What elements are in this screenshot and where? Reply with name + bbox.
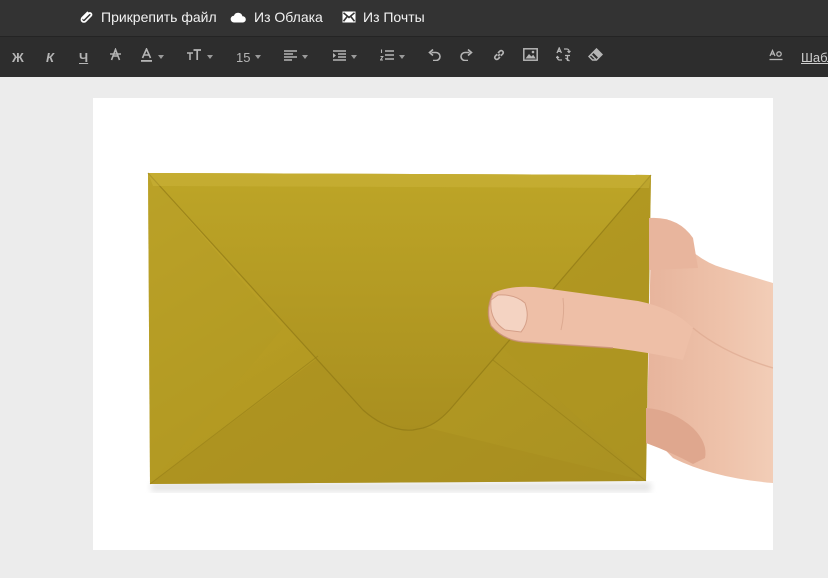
text-color-dropdown[interactable]	[140, 37, 164, 77]
signature-icon	[769, 48, 783, 66]
envelope-image	[93, 98, 773, 550]
strikethrough-button[interactable]	[109, 37, 122, 77]
align-dropdown[interactable]	[284, 37, 308, 77]
bold-label: Ж	[12, 49, 24, 65]
numbered-list-icon	[379, 48, 394, 66]
from-mail-label: Из Почты	[363, 8, 425, 25]
redo-icon	[460, 48, 473, 66]
from-cloud-button[interactable]: Из Облака	[230, 0, 323, 33]
undo-button[interactable]	[428, 37, 441, 77]
align-left-icon	[284, 48, 297, 66]
chevron-down-icon	[158, 55, 164, 59]
font-size-value: 15	[236, 49, 251, 65]
eraser-icon	[587, 47, 604, 66]
translate-button[interactable]	[555, 37, 571, 77]
attach-file-label: Прикрепить файл	[101, 8, 217, 25]
paperclip-icon	[78, 9, 94, 25]
chevron-down-icon	[351, 55, 357, 59]
italic-button[interactable]: К	[46, 37, 54, 77]
formatting-toolbar: Ж К Ч 15 Шаб	[0, 37, 828, 77]
mail-icon	[342, 11, 356, 23]
insert-image-button[interactable]	[523, 37, 538, 77]
bold-button[interactable]: Ж	[12, 37, 24, 77]
insert-link-button[interactable]	[492, 37, 506, 77]
indent-icon	[333, 48, 346, 66]
chevron-down-icon	[399, 55, 405, 59]
editor-image[interactable]	[93, 98, 773, 550]
font-style-dropdown[interactable]	[186, 37, 213, 77]
text-color-icon	[140, 46, 153, 67]
from-cloud-label: Из Облака	[254, 8, 323, 25]
chevron-down-icon	[255, 55, 262, 59]
templates-button[interactable]: Шабл	[801, 37, 828, 77]
attachment-bar: Прикрепить файл Из Облака Из Почты	[0, 0, 828, 36]
image-icon	[523, 48, 538, 66]
from-mail-button[interactable]: Из Почты	[342, 0, 425, 33]
indent-dropdown[interactable]	[333, 37, 357, 77]
strikethrough-icon	[109, 47, 122, 66]
italic-label: К	[46, 49, 54, 65]
list-dropdown[interactable]	[379, 37, 405, 77]
chevron-down-icon	[302, 55, 308, 59]
redo-button[interactable]	[460, 37, 473, 77]
templates-label: Шабл	[801, 49, 828, 65]
signature-button[interactable]	[769, 37, 783, 77]
clear-formatting-button[interactable]	[587, 37, 604, 77]
link-icon	[492, 48, 506, 67]
attach-file-button[interactable]: Прикрепить файл	[78, 0, 217, 33]
font-size-dropdown[interactable]: 15	[236, 37, 262, 77]
cloud-icon	[230, 10, 247, 24]
chevron-down-icon	[207, 55, 213, 59]
underline-button[interactable]: Ч	[79, 37, 88, 77]
underline-label: Ч	[79, 49, 89, 65]
undo-icon	[428, 48, 441, 66]
font-size-icon	[186, 48, 202, 66]
translate-icon	[555, 46, 571, 67]
